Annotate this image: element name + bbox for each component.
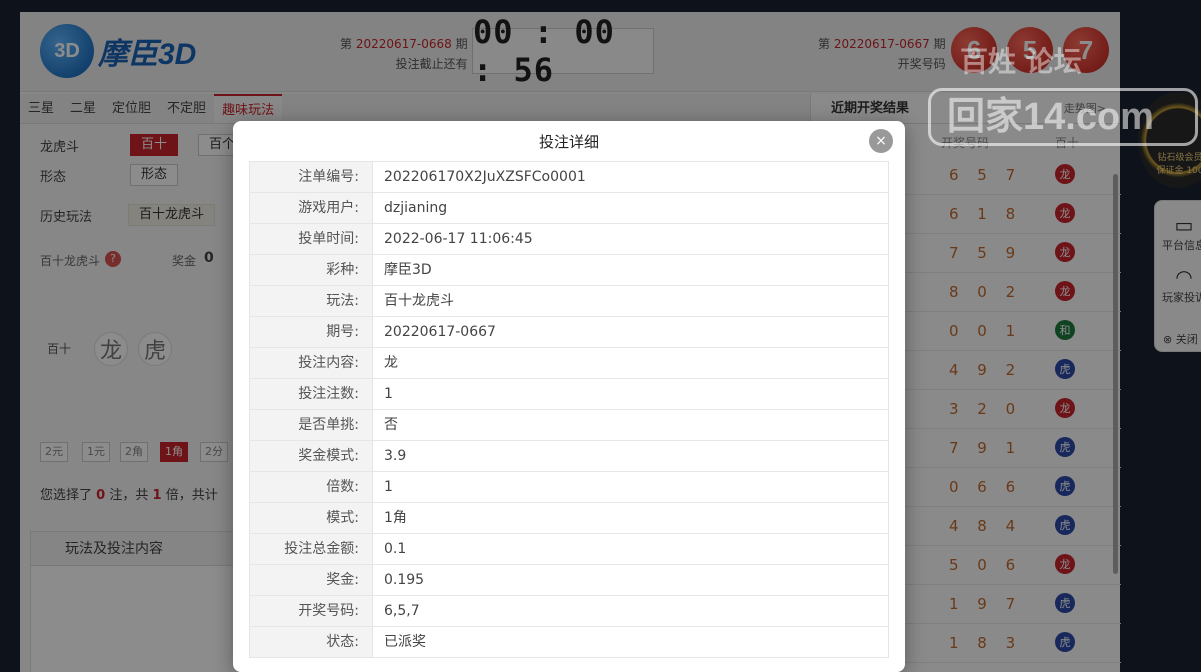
detail-row: 注单编号: 202206170X2JuXZSFCo0001 <box>250 162 888 193</box>
detail-value: 百十龙虎斗 <box>372 286 888 316</box>
close-icon[interactable]: × <box>869 129 893 153</box>
detail-value: 1角 <box>372 503 888 533</box>
detail-row: 模式: 1角 <box>250 503 888 534</box>
detail-row: 开奖号码: 6,5,7 <box>250 596 888 627</box>
detail-value: dzjianing <box>372 193 888 223</box>
detail-label: 奖金: <box>250 565 372 595</box>
detail-value: 202206170X2JuXZSFCo0001 <box>372 162 888 192</box>
detail-row: 是否单挑: 否 <box>250 410 888 441</box>
detail-row: 投单时间: 2022-06-17 11:06:45 <box>250 224 888 255</box>
watermark: 回家14.com <box>928 88 1198 146</box>
detail-value: 20220617-0667 <box>372 317 888 347</box>
detail-label: 是否单挑: <box>250 410 372 440</box>
detail-row: 投注注数: 1 <box>250 379 888 410</box>
bet-detail-dialog: 投注详细 × 注单编号: 202206170X2JuXZSFCo0001 游戏用户:… <box>233 121 905 672</box>
detail-row: 投注内容: 龙 <box>250 348 888 379</box>
detail-value: 6,5,7 <box>372 596 888 626</box>
detail-label: 投注内容: <box>250 348 372 378</box>
watermark-top: 百姓 论坛 <box>960 45 1082 78</box>
detail-row: 游戏用户: dzjianing <box>250 193 888 224</box>
detail-label: 投注注数: <box>250 379 372 409</box>
detail-label: 期号: <box>250 317 372 347</box>
detail-label: 投单时间: <box>250 224 372 254</box>
detail-value: 2022-06-17 11:06:45 <box>372 224 888 254</box>
detail-label: 开奖号码: <box>250 596 372 626</box>
detail-table: 注单编号: 202206170X2JuXZSFCo0001 游戏用户: dzjiani… <box>249 161 889 658</box>
detail-value: 摩臣3D <box>372 255 888 285</box>
detail-value: 已派奖 <box>372 627 888 657</box>
detail-value: 1 <box>372 379 888 409</box>
detail-row: 倍数: 1 <box>250 472 888 503</box>
detail-row: 奖金: 0.195 <box>250 565 888 596</box>
detail-value: 1 <box>372 472 888 502</box>
detail-row: 玩法: 百十龙虎斗 <box>250 286 888 317</box>
detail-label: 投注总金额: <box>250 534 372 564</box>
detail-label: 倍数: <box>250 472 372 502</box>
detail-label: 奖金模式: <box>250 441 372 471</box>
detail-label: 彩种: <box>250 255 372 285</box>
dialog-title: 投注详细 <box>538 133 599 151</box>
detail-row: 状态: 已派奖 <box>250 627 888 657</box>
detail-row: 期号: 20220617-0667 <box>250 317 888 348</box>
detail-value: 龙 <box>372 348 888 378</box>
detail-label: 游戏用户: <box>250 193 372 223</box>
detail-label: 状态: <box>250 627 372 657</box>
detail-row: 奖金模式: 3.9 <box>250 441 888 472</box>
detail-label: 玩法: <box>250 286 372 316</box>
detail-value: 0.1 <box>372 534 888 564</box>
detail-label: 模式: <box>250 503 372 533</box>
detail-row: 投注总金额: 0.1 <box>250 534 888 565</box>
detail-value: 3.9 <box>372 441 888 471</box>
detail-row: 彩种: 摩臣3D <box>250 255 888 286</box>
detail-value: 0.195 <box>372 565 888 595</box>
detail-value: 否 <box>372 410 888 440</box>
detail-label: 注单编号: <box>250 162 372 192</box>
